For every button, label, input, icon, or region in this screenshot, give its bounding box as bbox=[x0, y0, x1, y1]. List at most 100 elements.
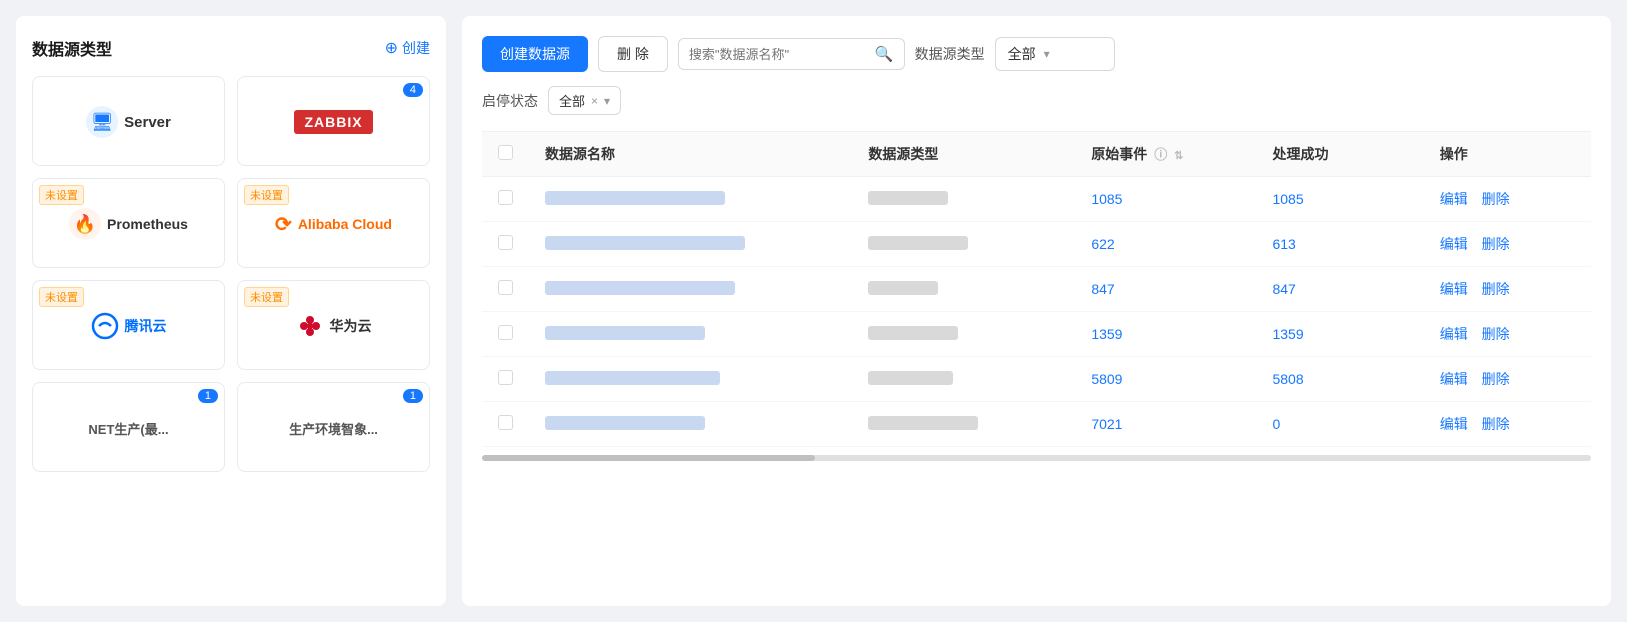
prometheus-icon: 🔥 bbox=[69, 208, 101, 240]
row6-edit-button[interactable]: 编辑 bbox=[1440, 416, 1468, 432]
row6-type bbox=[868, 416, 978, 430]
filter-dropdown-icon[interactable]: ▾ bbox=[604, 94, 610, 108]
row3-checkbox[interactable] bbox=[498, 280, 513, 295]
row6-delete-button[interactable]: 删除 bbox=[1482, 416, 1510, 432]
row1-delete-button[interactable]: 删除 bbox=[1482, 191, 1510, 207]
row2-type bbox=[868, 236, 968, 250]
row5-checkbox[interactable] bbox=[498, 370, 513, 385]
row6-name bbox=[545, 416, 705, 430]
row2-name bbox=[545, 236, 745, 250]
row1-edit-button[interactable]: 编辑 bbox=[1440, 191, 1468, 207]
row2-success: 613 bbox=[1272, 236, 1295, 252]
card-prod[interactable]: 1 生产环境智象... bbox=[237, 382, 430, 472]
row5-type bbox=[868, 371, 953, 385]
huawei-flower-icon bbox=[296, 312, 324, 340]
alibaba-label: Alibaba Cloud bbox=[298, 216, 392, 232]
alibaba-logo: ⟳ Alibaba Cloud bbox=[275, 206, 392, 242]
left-panel: 数据源类型 ⊕ 创建 🖥 Server 4 ZABBIX bbox=[16, 16, 446, 606]
prometheus-logo: 🔥 Prometheus bbox=[69, 206, 188, 242]
card-net[interactable]: 1 NET生产(最... bbox=[32, 382, 225, 472]
alibaba-icon: ⟳ bbox=[275, 212, 292, 237]
row4-checkbox[interactable] bbox=[498, 325, 513, 340]
table-header-row: 数据源名称 数据源类型 原始事件 ⓘ ⇅ 处理成功 bbox=[482, 132, 1591, 177]
sort-icon[interactable]: ⇅ bbox=[1174, 150, 1183, 162]
card-alibaba[interactable]: 未设置 ⟳ Alibaba Cloud bbox=[237, 178, 430, 268]
filter-tag[interactable]: 全部 × ▾ bbox=[548, 86, 621, 115]
zabbix-label: ZABBIX bbox=[294, 110, 372, 134]
type-select-value: 全部 bbox=[1008, 44, 1036, 64]
row5-name bbox=[545, 371, 720, 385]
tencent-icon bbox=[91, 312, 119, 340]
row4-type bbox=[868, 326, 958, 340]
row1-success: 1085 bbox=[1272, 191, 1303, 207]
search-input[interactable] bbox=[689, 47, 869, 62]
header-checkbox[interactable] bbox=[498, 145, 513, 160]
prod-logo: 生产环境智象... bbox=[289, 410, 378, 446]
scrollbar-thumb[interactable] bbox=[482, 455, 815, 461]
card-zabbix[interactable]: 4 ZABBIX bbox=[237, 76, 430, 166]
row3-success: 847 bbox=[1272, 281, 1295, 297]
row1-checkbox[interactable] bbox=[498, 190, 513, 205]
row3-events: 847 bbox=[1091, 281, 1114, 297]
row6-events: 7021 bbox=[1091, 416, 1122, 432]
plus-circle-icon: ⊕ bbox=[385, 38, 398, 58]
table-row: 847 847 编辑 删除 bbox=[482, 267, 1591, 312]
row3-type bbox=[868, 281, 938, 295]
table-row: 7021 0 编辑 删除 bbox=[482, 402, 1591, 447]
create-datasource-button[interactable]: 创建数据源 bbox=[482, 36, 588, 72]
create-type-label: 创建 bbox=[402, 38, 430, 58]
chevron-down-icon: ▾ bbox=[1044, 47, 1050, 61]
row5-delete-button[interactable]: 删除 bbox=[1482, 371, 1510, 387]
type-select[interactable]: 全部 ▾ bbox=[995, 37, 1115, 71]
row4-edit-button[interactable]: 编辑 bbox=[1440, 326, 1468, 342]
row5-edit-button[interactable]: 编辑 bbox=[1440, 371, 1468, 387]
row1-events: 1085 bbox=[1091, 191, 1122, 207]
delete-button[interactable]: 删 除 bbox=[598, 36, 668, 72]
filter-label: 启停状态 bbox=[482, 91, 538, 111]
header-success: 处理成功 bbox=[1256, 132, 1423, 177]
tencent-unset-badge: 未设置 bbox=[39, 287, 84, 307]
right-panel: 创建数据源 删 除 🔍 数据源类型 全部 ▾ 启停状态 全部 × ▾ bbox=[462, 16, 1611, 606]
tencent-label: 腾讯云 bbox=[125, 316, 167, 336]
row1-name bbox=[545, 191, 725, 205]
huawei-logo: 华为云 bbox=[296, 308, 372, 344]
toolbar: 创建数据源 删 除 🔍 数据源类型 全部 ▾ bbox=[482, 36, 1591, 72]
type-label: 数据源类型 bbox=[915, 44, 985, 64]
row2-events: 622 bbox=[1091, 236, 1114, 252]
net-label: NET生产(最... bbox=[88, 419, 168, 438]
row5-events: 5809 bbox=[1091, 371, 1122, 387]
row6-checkbox[interactable] bbox=[498, 415, 513, 430]
row2-delete-button[interactable]: 删除 bbox=[1482, 236, 1510, 252]
zabbix-logo: ZABBIX bbox=[294, 104, 372, 140]
row3-delete-button[interactable]: 删除 bbox=[1482, 281, 1510, 297]
table-wrap: 数据源名称 数据源类型 原始事件 ⓘ ⇅ 处理成功 bbox=[482, 131, 1591, 465]
row2-edit-button[interactable]: 编辑 bbox=[1440, 236, 1468, 252]
row3-edit-button[interactable]: 编辑 bbox=[1440, 281, 1468, 297]
app-layout: 数据源类型 ⊕ 创建 🖥 Server 4 ZABBIX bbox=[0, 0, 1627, 622]
huawei-label: 华为云 bbox=[330, 316, 372, 336]
row4-delete-button[interactable]: 删除 bbox=[1482, 326, 1510, 342]
search-icon: 🔍 bbox=[875, 45, 894, 63]
header-type: 数据源类型 bbox=[852, 132, 1075, 177]
prod-badge: 1 bbox=[403, 389, 423, 403]
create-type-link[interactable]: ⊕ 创建 bbox=[385, 38, 430, 58]
server-label: Server bbox=[124, 114, 171, 131]
huawei-unset-badge: 未设置 bbox=[244, 287, 289, 307]
left-title: 数据源类型 bbox=[32, 36, 112, 60]
info-icon: ⓘ bbox=[1154, 147, 1167, 162]
row6-success: 0 bbox=[1272, 416, 1280, 432]
card-server[interactable]: 🖥 Server bbox=[32, 76, 225, 166]
server-icon: 🖥 bbox=[86, 106, 118, 138]
row2-checkbox[interactable] bbox=[498, 235, 513, 250]
left-header: 数据源类型 ⊕ 创建 bbox=[32, 36, 430, 60]
card-huawei[interactable]: 未设置 华为云 bbox=[237, 280, 430, 370]
horizontal-scrollbar[interactable] bbox=[482, 455, 1591, 461]
card-prometheus[interactable]: 未设置 🔥 Prometheus bbox=[32, 178, 225, 268]
table-row: 1085 1085 编辑 删除 bbox=[482, 177, 1591, 222]
filter-tag-close-icon[interactable]: × bbox=[591, 94, 598, 108]
net-badge: 1 bbox=[198, 389, 218, 403]
card-tencent[interactable]: 未设置 腾讯云 bbox=[32, 280, 225, 370]
row4-name bbox=[545, 326, 705, 340]
header-checkbox-col bbox=[482, 132, 529, 177]
filter-row: 启停状态 全部 × ▾ bbox=[482, 86, 1591, 115]
